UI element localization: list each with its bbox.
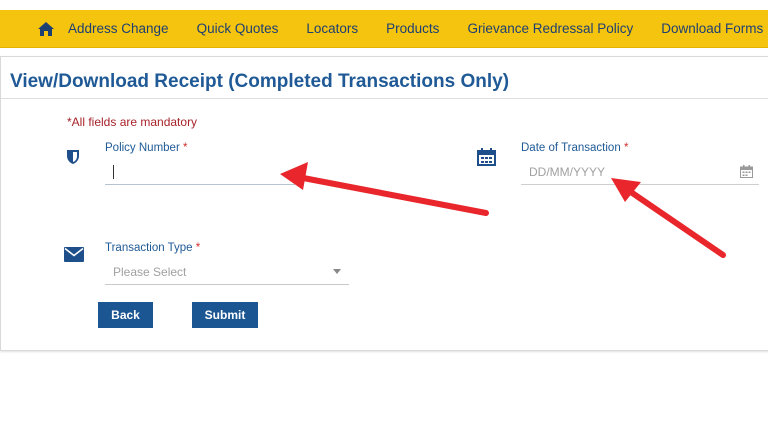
date-of-transaction-label: Date of Transaction *: [521, 142, 629, 154]
top-strip: [0, 0, 768, 10]
title-divider: [1, 98, 768, 99]
nav-item-locators[interactable]: Locators: [292, 10, 372, 48]
mandatory-note: *All fields are mandatory: [67, 115, 198, 129]
policy-number-input[interactable]: [105, 159, 295, 185]
back-button[interactable]: Back: [98, 302, 153, 328]
transaction-type-label: Transaction Type *: [105, 242, 201, 254]
transaction-type-selected: Please Select: [113, 264, 187, 279]
nav-item-download-forms[interactable]: Download Forms: [647, 10, 768, 48]
transaction-type-select[interactable]: Please Select: [105, 259, 349, 285]
nav-item-grievance-redressal-policy[interactable]: Grievance Redressal Policy: [453, 10, 647, 48]
envelope-icon: [64, 247, 84, 262]
home-icon: [38, 21, 54, 36]
date-of-transaction-input[interactable]: [521, 159, 759, 185]
date-picker-calendar-icon[interactable]: [740, 165, 753, 178]
nav-item-products[interactable]: Products: [372, 10, 453, 48]
receipt-form-panel: View/Download Receipt (Completed Transac…: [0, 56, 768, 351]
submit-button[interactable]: Submit: [192, 302, 258, 328]
shield-icon: [67, 150, 79, 164]
nav-home[interactable]: [38, 10, 54, 48]
policy-number-label: Policy Number *: [105, 142, 188, 154]
text-cursor: [113, 165, 114, 179]
nav-item-address-change[interactable]: Address Change: [54, 10, 183, 48]
calendar-icon: [477, 148, 496, 166]
nav-item-quick-quotes[interactable]: Quick Quotes: [183, 10, 293, 48]
main-nav: Address Change Quick Quotes Locators Pro…: [0, 10, 768, 48]
chevron-down-icon: [333, 269, 341, 274]
page-title: View/Download Receipt (Completed Transac…: [10, 71, 510, 92]
